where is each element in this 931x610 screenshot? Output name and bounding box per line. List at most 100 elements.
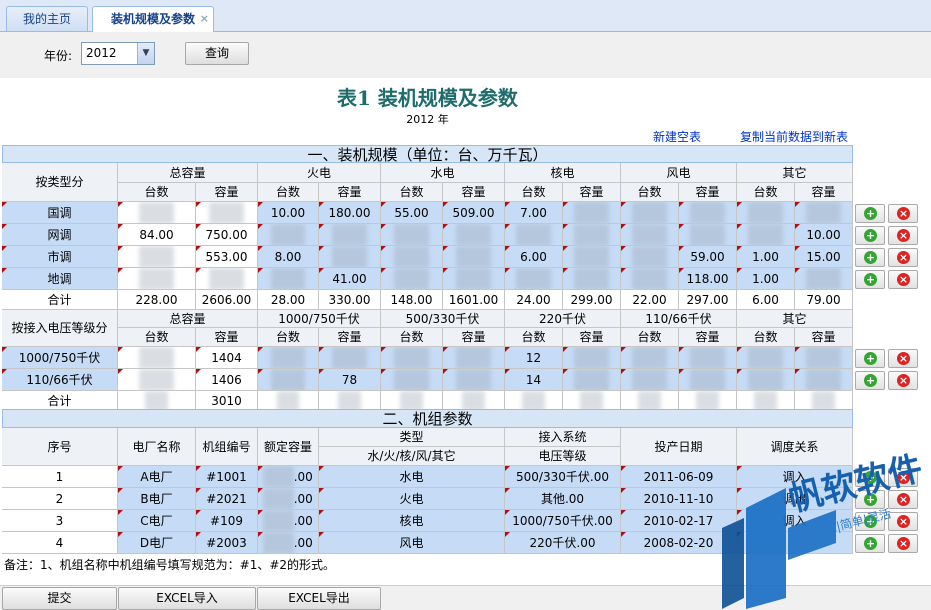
type-cell[interactable]: 00.00 [505, 224, 563, 246]
volt-cell[interactable]: 00.00 [258, 369, 319, 391]
unit-cell-plant[interactable]: C电厂 [118, 510, 196, 532]
type-cell[interactable]: 00.00 [443, 224, 505, 246]
type-cell[interactable]: 6.00 [505, 246, 563, 268]
submit-button[interactable]: 提交 [2, 587, 117, 610]
volt-cell[interactable]: 14 [505, 369, 563, 391]
volt-cell[interactable]: 00.00 [563, 347, 621, 369]
tab-installed-capacity[interactable]: 装机规模及参数 × [92, 6, 214, 32]
type-cell[interactable]: 15.00 [795, 246, 853, 268]
add-row-button[interactable]: + [855, 270, 885, 289]
type-cell[interactable]: 00.00 [563, 268, 621, 290]
type-cell[interactable]: 00.00 [621, 268, 679, 290]
type-cell[interactable]: 00.00 [621, 202, 679, 224]
delete-row-button[interactable]: × [888, 371, 918, 390]
unit-cell-type[interactable]: 核电 [319, 510, 505, 532]
type-cell[interactable]: 118.00 [679, 268, 737, 290]
unit-cell-rated[interactable]: 4000.00 [258, 488, 319, 510]
type-cell[interactable]: 1.00 [737, 268, 795, 290]
type-cell[interactable]: 00.00 [621, 246, 679, 268]
type-cell[interactable]: 00.00 [196, 268, 258, 290]
type-cell[interactable]: 00.00 [505, 268, 563, 290]
volt-cell[interactable]: 00.00 [381, 369, 443, 391]
delete-row-button[interactable]: × [888, 270, 918, 289]
type-cell[interactable]: 00.00 [737, 202, 795, 224]
unit-cell-unit_no[interactable]: #1001 [196, 466, 258, 488]
volt-cell[interactable]: 00.00 [443, 369, 505, 391]
type-cell[interactable]: 00.00 [563, 246, 621, 268]
type-cell[interactable]: 7.00 [505, 202, 563, 224]
type-cell[interactable]: 00.00 [795, 202, 853, 224]
excel-import-button[interactable]: EXCEL导入 [118, 587, 256, 610]
add-row-button[interactable]: + [855, 226, 885, 245]
delete-row-button[interactable]: × [888, 248, 918, 267]
type-cell[interactable]: 00.00 [118, 246, 196, 268]
unit-cell-access[interactable]: 1000/750千伏.00 [505, 510, 621, 532]
type-cell[interactable]: 00.00 [319, 224, 381, 246]
type-cell[interactable]: 41.00 [319, 268, 381, 290]
type-cell[interactable]: 553.00 [196, 246, 258, 268]
type-cell[interactable]: 10.00 [258, 202, 319, 224]
excel-export-button[interactable]: EXCEL导出 [257, 587, 381, 610]
type-cell[interactable]: 00.00 [258, 268, 319, 290]
volt-cell[interactable]: 00.00 [258, 347, 319, 369]
volt-cell[interactable]: 00.00 [621, 369, 679, 391]
unit-cell-unit_no[interactable]: #2021 [196, 488, 258, 510]
unit-cell-unit_no[interactable]: #2003 [196, 532, 258, 554]
type-cell[interactable]: 750.00 [196, 224, 258, 246]
type-cell[interactable]: 00.00 [563, 202, 621, 224]
volt-cell[interactable]: 00.00 [381, 347, 443, 369]
add-row-button[interactable]: + [855, 204, 885, 223]
unit-cell-plant[interactable]: D电厂 [118, 532, 196, 554]
delete-row-button[interactable]: × [888, 204, 918, 223]
type-cell[interactable]: 00.00 [621, 224, 679, 246]
volt-cell[interactable]: 00.00 [563, 369, 621, 391]
volt-cell[interactable]: 1404 [196, 347, 258, 369]
type-cell[interactable]: 00.00 [443, 268, 505, 290]
type-cell[interactable]: 55.00 [381, 202, 443, 224]
type-cell[interactable]: 00.00 [381, 224, 443, 246]
unit-cell-access[interactable]: 500/330千伏.00 [505, 466, 621, 488]
volt-cell[interactable]: 00.00 [679, 369, 737, 391]
unit-cell-plant[interactable]: A电厂 [118, 466, 196, 488]
type-cell[interactable]: 10.00 [795, 224, 853, 246]
type-cell[interactable]: 00.00 [319, 246, 381, 268]
delete-row-button[interactable]: × [888, 226, 918, 245]
year-select[interactable]: 2012 ▼ [81, 42, 155, 65]
volt-cell[interactable]: 00.00 [118, 369, 196, 391]
type-cell[interactable]: 00.00 [737, 224, 795, 246]
unit-cell-type[interactable]: 风电 [319, 532, 505, 554]
volt-cell[interactable]: 00.00 [679, 347, 737, 369]
volt-cell[interactable]: 00.00 [795, 369, 853, 391]
unit-cell-type[interactable]: 水电 [319, 466, 505, 488]
type-cell[interactable]: 00.00 [118, 202, 196, 224]
type-cell[interactable]: 1.00 [737, 246, 795, 268]
type-cell[interactable]: 59.00 [679, 246, 737, 268]
volt-cell[interactable]: 78 [319, 369, 381, 391]
volt-cell[interactable]: 00.00 [443, 347, 505, 369]
new-blank-link[interactable]: 新建空表 [653, 128, 701, 145]
unit-cell-unit_no[interactable]: #109 [196, 510, 258, 532]
unit-cell-rated[interactable]: 4000.00 [258, 510, 319, 532]
volt-cell[interactable]: 00.00 [319, 347, 381, 369]
unit-cell-rated[interactable]: 4000.00 [258, 532, 319, 554]
type-cell[interactable]: 509.00 [443, 202, 505, 224]
volt-cell[interactable]: 00.00 [118, 347, 196, 369]
add-row-button[interactable]: + [855, 371, 885, 390]
add-row-button[interactable]: + [855, 349, 885, 368]
volt-cell[interactable]: 12 [505, 347, 563, 369]
volt-cell[interactable]: 00.00 [737, 347, 795, 369]
volt-cell[interactable]: 00.00 [795, 347, 853, 369]
copy-data-link[interactable]: 复制当前数据到新表 [740, 128, 848, 145]
type-cell[interactable]: 00.00 [679, 202, 737, 224]
type-cell[interactable]: 8.00 [258, 246, 319, 268]
type-cell[interactable]: 84.00 [118, 224, 196, 246]
type-cell[interactable]: 00.00 [679, 224, 737, 246]
type-cell[interactable]: 00.00 [381, 246, 443, 268]
type-cell[interactable]: 00.00 [196, 202, 258, 224]
chevron-down-icon[interactable]: ▼ [137, 43, 154, 64]
volt-cell[interactable]: 00.00 [737, 369, 795, 391]
add-row-button[interactable]: + [855, 248, 885, 267]
unit-cell-rated[interactable]: 4000.00 [258, 466, 319, 488]
volt-cell[interactable]: 00.00 [621, 347, 679, 369]
tab-home[interactable]: 我的主页 [6, 6, 88, 31]
